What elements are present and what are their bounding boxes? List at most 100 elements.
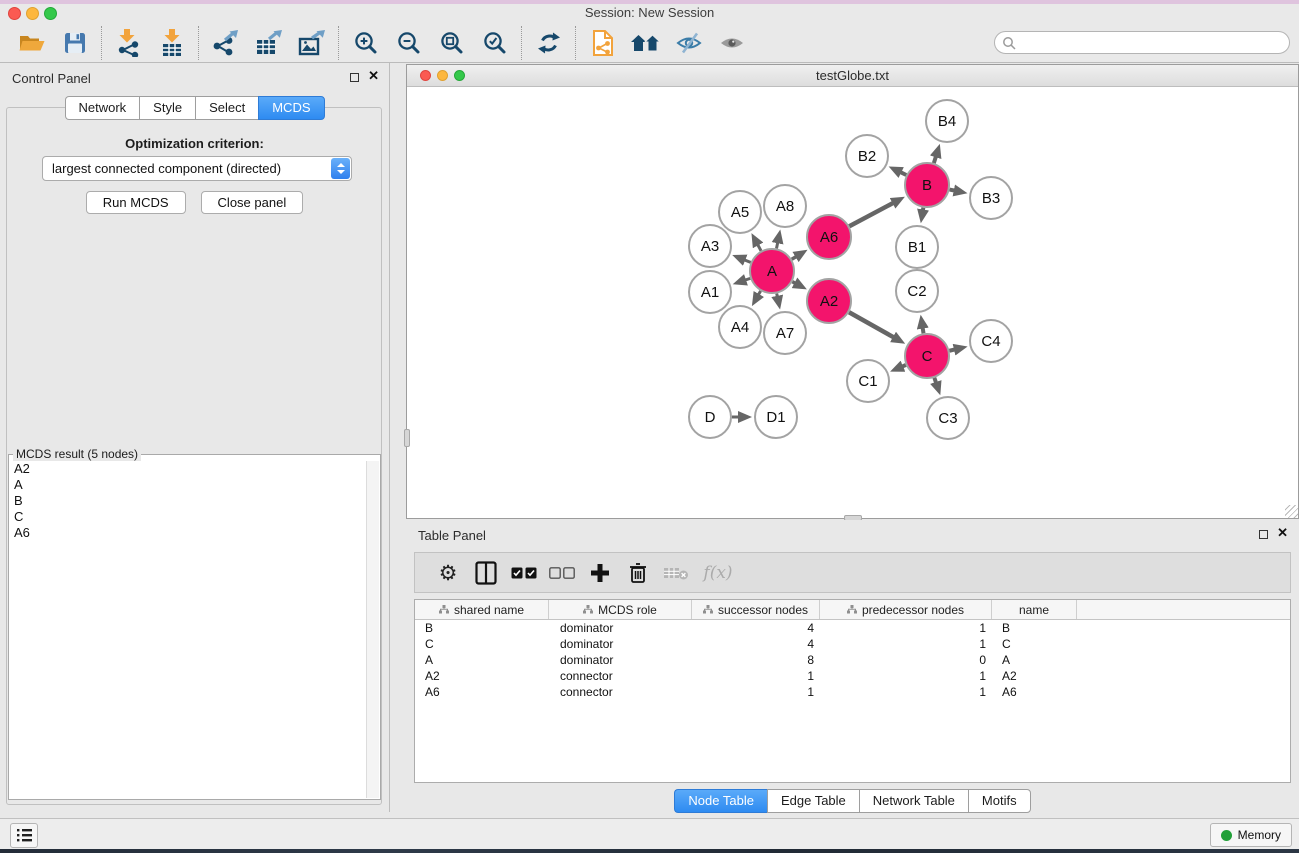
graph-node-A1[interactable]: A1 [689, 271, 731, 313]
graph-node-B2[interactable]: B2 [846, 135, 888, 177]
tab-network[interactable]: Network [64, 96, 139, 120]
cell-predecessor-nodes[interactable]: 1 [820, 621, 992, 635]
graph-edge-B-B3[interactable] [950, 190, 955, 191]
cell-shared-name[interactable]: A [415, 653, 549, 667]
float-panel-icon[interactable] [350, 73, 359, 82]
vertical-splitter-handle[interactable] [404, 429, 410, 447]
column-header-successor-nodes[interactable]: successor nodes [692, 600, 820, 619]
graph-edge-A-A2[interactable] [792, 282, 795, 284]
zoom-selected-button[interactable] [473, 26, 516, 60]
graph-edge-A-A8[interactable] [777, 242, 778, 248]
add-column-button[interactable] [581, 558, 619, 588]
cell-mcds-role[interactable]: dominator [549, 637, 692, 651]
cell-name[interactable]: C [992, 637, 1077, 651]
column-header-name[interactable]: name [992, 600, 1077, 619]
table-row[interactable]: C dominator 4 1 C [415, 636, 1290, 652]
column-layout-button[interactable] [467, 558, 505, 588]
select-all-button[interactable] [505, 558, 543, 588]
export-table-button[interactable] [247, 26, 290, 60]
new-network-from-selection-button[interactable] [581, 26, 624, 60]
task-history-button[interactable] [10, 823, 38, 848]
graph-edge-C-C2[interactable] [923, 328, 924, 334]
float-panel-icon[interactable] [1259, 530, 1268, 539]
column-header-shared-name[interactable]: shared name [415, 600, 549, 619]
zoom-fit-button[interactable] [430, 26, 473, 60]
function-builder-button[interactable]: f(x) [695, 558, 741, 588]
graph-node-C[interactable]: C [905, 334, 949, 378]
table-row[interactable]: A2 connector 1 1 A2 [415, 668, 1290, 684]
delete-column-button[interactable] [619, 558, 657, 588]
cell-shared-name[interactable]: B [415, 621, 549, 635]
close-panel-button[interactable]: Close panel [201, 191, 304, 214]
memory-button[interactable]: Memory [1210, 823, 1292, 847]
graph-edge-A-A4[interactable] [758, 291, 760, 295]
graph-node-A3[interactable]: A3 [689, 225, 731, 267]
column-header-predecessor-nodes[interactable]: predecessor nodes [820, 600, 992, 619]
cell-mcds-role[interactable]: dominator [549, 653, 692, 667]
graph-node-A7[interactable]: A7 [764, 312, 806, 354]
export-network-button[interactable] [204, 26, 247, 60]
table-row[interactable]: A dominator 8 0 A [415, 652, 1290, 668]
graph-node-A[interactable]: A [750, 249, 794, 293]
graph-edge-C-C3[interactable] [934, 378, 936, 383]
zoom-in-button[interactable] [344, 26, 387, 60]
list-item[interactable]: B [10, 493, 366, 509]
open-session-button[interactable] [10, 26, 53, 60]
graph-edge-A-A6[interactable] [792, 256, 797, 259]
graph-edge-B-B4[interactable] [934, 156, 936, 163]
tab-network-table[interactable]: Network Table [859, 789, 968, 813]
list-item[interactable]: A2 [10, 461, 366, 477]
cell-successor-nodes[interactable]: 1 [692, 669, 820, 683]
cell-shared-name[interactable]: A6 [415, 685, 549, 699]
graph-node-B1[interactable]: B1 [896, 226, 938, 268]
graph-node-B[interactable]: B [905, 163, 949, 207]
tab-select[interactable]: Select [195, 96, 258, 120]
cell-name[interactable]: A [992, 653, 1077, 667]
cell-successor-nodes[interactable]: 4 [692, 637, 820, 651]
graph-node-A6[interactable]: A6 [807, 215, 851, 259]
table-settings-button[interactable]: ⚙ [429, 558, 467, 588]
cell-predecessor-nodes[interactable]: 1 [820, 637, 992, 651]
cell-successor-nodes[interactable]: 1 [692, 685, 820, 699]
graph-edge-A-A7[interactable] [777, 294, 778, 297]
tab-edge-table[interactable]: Edge Table [767, 789, 859, 813]
graph-node-B4[interactable]: B4 [926, 100, 968, 142]
graph-edge-B-B2[interactable] [900, 172, 906, 175]
graph-edge-C-C1[interactable] [902, 365, 906, 367]
cell-shared-name[interactable]: C [415, 637, 549, 651]
graph-node-A8[interactable]: A8 [764, 185, 806, 227]
graph-node-A5[interactable]: A5 [719, 191, 761, 233]
tab-style[interactable]: Style [139, 96, 195, 120]
graph-node-C2[interactable]: C2 [896, 270, 938, 312]
table-row[interactable]: A6 connector 1 1 A6 [415, 684, 1290, 700]
tab-node-table[interactable]: Node Table [674, 789, 767, 813]
tab-mcds[interactable]: MCDS [258, 96, 324, 120]
export-image-button[interactable] [290, 26, 333, 60]
refresh-button[interactable] [527, 26, 570, 60]
hide-graphics-details-button[interactable] [667, 26, 710, 60]
run-mcds-button[interactable]: Run MCDS [86, 191, 186, 214]
cell-mcds-role[interactable]: connector [549, 669, 692, 683]
close-panel-icon[interactable]: ✕ [1277, 526, 1288, 540]
network-graph-canvas[interactable]: AA1A2A3A4A5A6A7A8BB1B2B3B4CC1C2C3C4DD1 [407, 87, 1298, 518]
graph-edge-C-C4[interactable] [949, 349, 955, 350]
delete-table-button[interactable] [657, 558, 695, 588]
optimization-criterion-select[interactable]: largest connected component (directed) [42, 156, 352, 181]
cell-name[interactable]: B [992, 621, 1077, 635]
graph-node-A4[interactable]: A4 [719, 306, 761, 348]
save-session-button[interactable] [53, 26, 96, 60]
result-scrollbar[interactable] [366, 461, 379, 798]
deselect-all-button[interactable] [543, 558, 581, 588]
list-item[interactable]: A [10, 477, 366, 493]
cell-predecessor-nodes[interactable]: 1 [820, 685, 992, 699]
tab-motifs[interactable]: Motifs [968, 789, 1031, 813]
graph-edge-A-A3[interactable] [744, 260, 750, 263]
cell-mcds-role[interactable]: connector [549, 685, 692, 699]
graph-edge-A-A1[interactable] [745, 278, 750, 280]
graph-node-D[interactable]: D [689, 396, 731, 438]
column-header-mcds-role[interactable]: MCDS role [549, 600, 692, 619]
cell-name[interactable]: A6 [992, 685, 1077, 699]
graph-edge-A2-C[interactable] [849, 312, 894, 337]
import-network-button[interactable] [107, 26, 150, 60]
resize-grip[interactable] [1285, 505, 1298, 518]
